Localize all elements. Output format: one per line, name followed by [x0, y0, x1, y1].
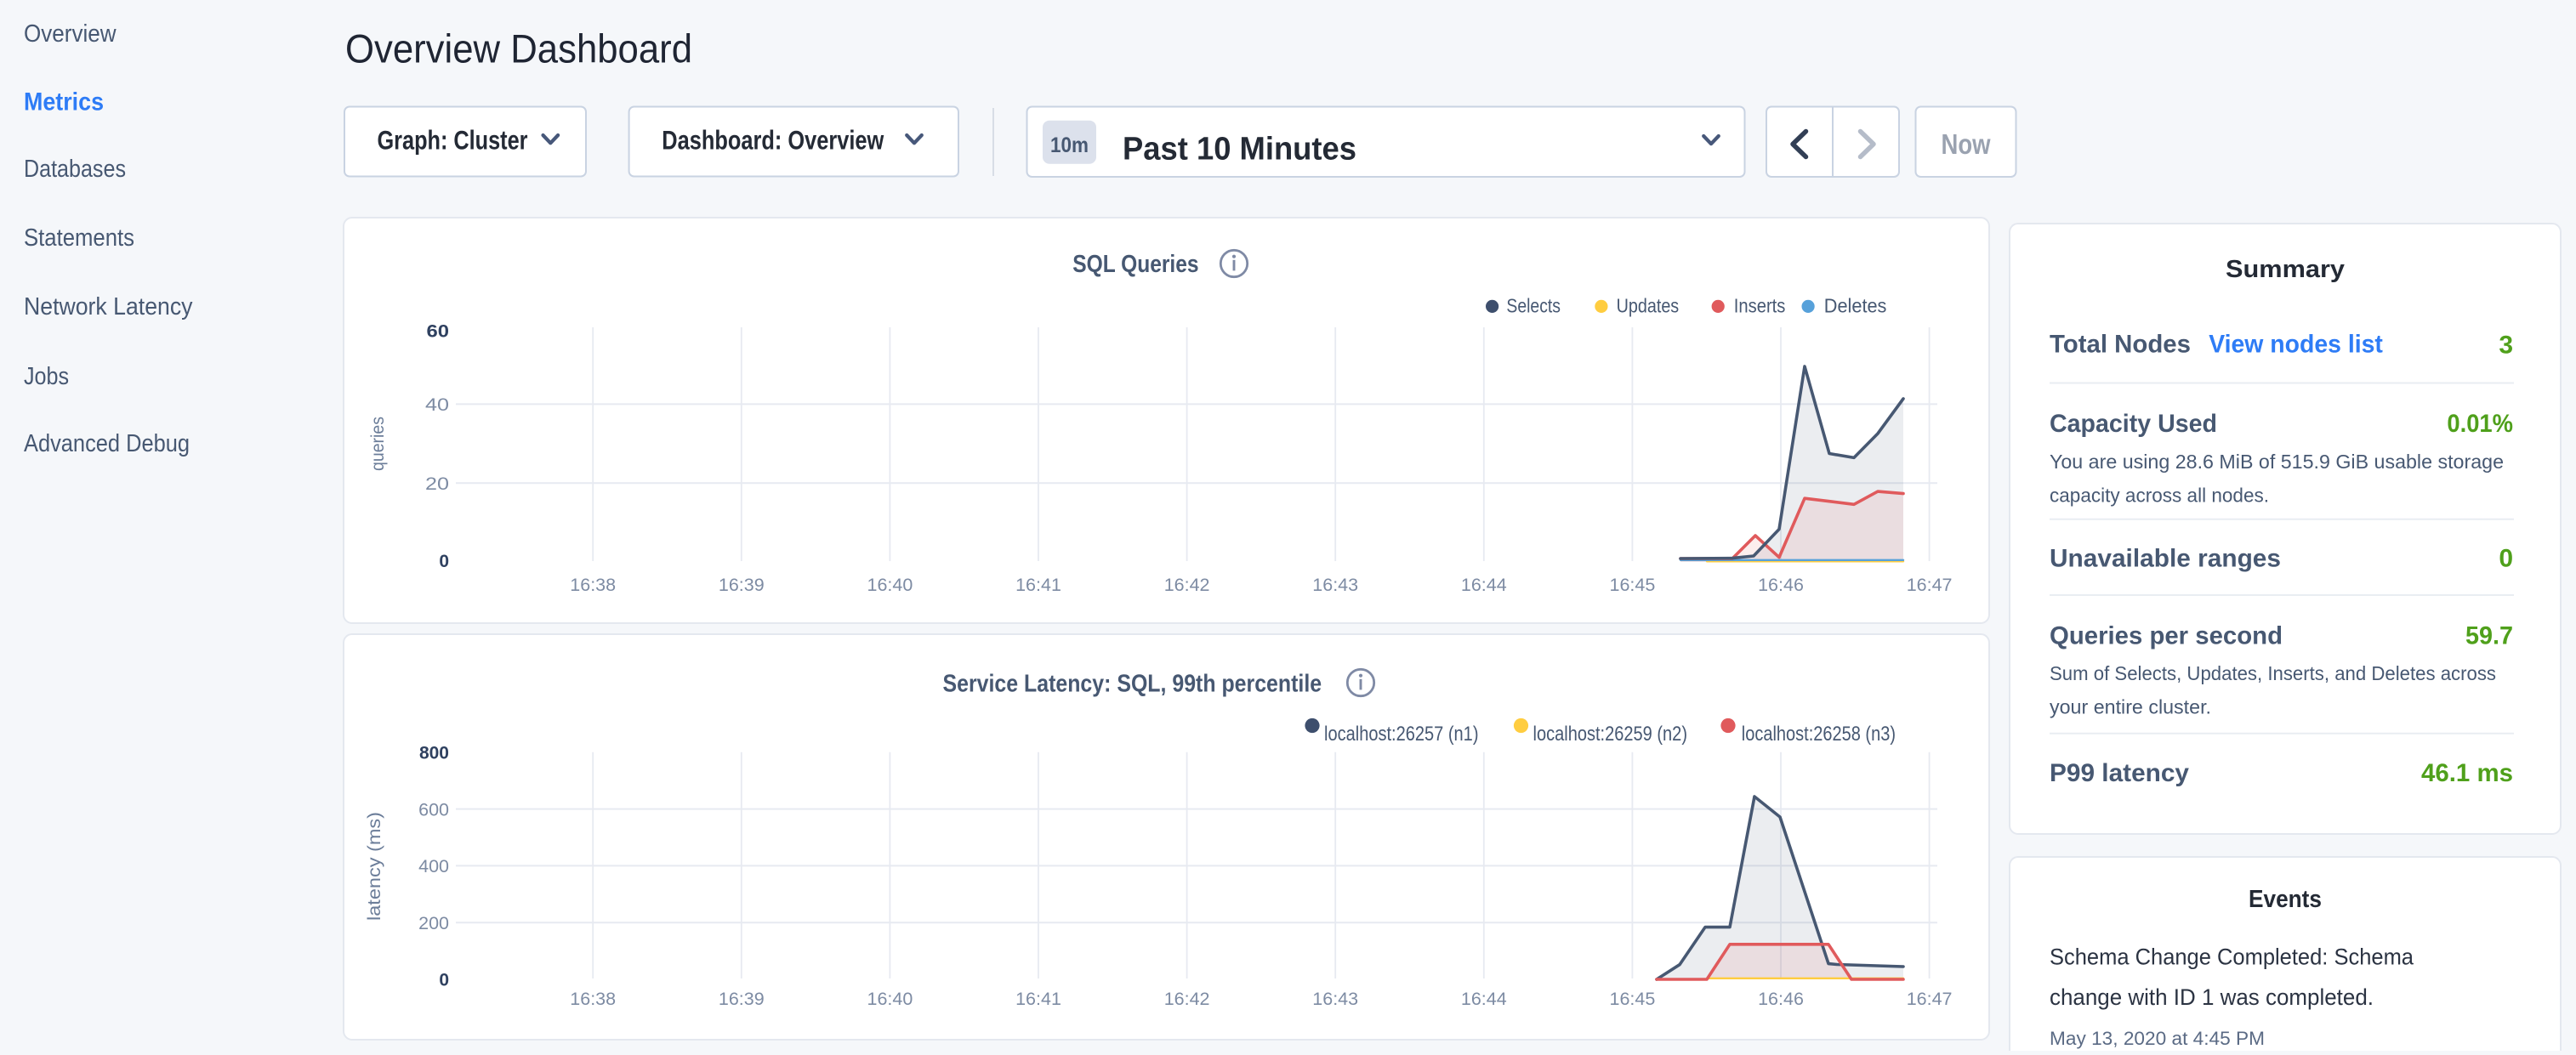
- svg-text:3: 3: [2499, 332, 2513, 360]
- svg-text:600: 600: [418, 799, 449, 820]
- svg-text:16:45: 16:45: [1609, 575, 1655, 595]
- svg-text:Capacity Used: Capacity Used: [2050, 410, 2217, 438]
- svg-text:16:45: 16:45: [1609, 989, 1655, 1009]
- svg-text:16:39: 16:39: [719, 575, 765, 595]
- svg-text:16:43: 16:43: [1312, 989, 1358, 1009]
- svg-text:change with ID 1 was completed: change with ID 1 was completed.: [2050, 984, 2374, 1010]
- svg-text:Advanced Debug: Advanced Debug: [24, 430, 190, 457]
- svg-text:800: 800: [419, 744, 449, 763]
- svg-text:Metrics: Metrics: [24, 88, 104, 116]
- svg-text:16:40: 16:40: [867, 575, 913, 595]
- svg-text:16:39: 16:39: [719, 989, 765, 1009]
- svg-text:Summary: Summary: [2226, 256, 2345, 283]
- svg-text:P99 latency: P99 latency: [2050, 759, 2189, 787]
- svg-text:16:42: 16:42: [1164, 989, 1210, 1009]
- svg-text:46.1 ms: 46.1 ms: [2421, 759, 2513, 787]
- svg-text:Deletes: Deletes: [1824, 294, 1887, 316]
- svg-text:Past 10 Minutes: Past 10 Minutes: [1123, 132, 1356, 167]
- svg-text:Schema Change Completed: Schem: Schema Change Completed: Schema: [2050, 944, 2414, 970]
- svg-text:60: 60: [427, 322, 450, 342]
- svg-text:Unavailable ranges: Unavailable ranges: [2050, 545, 2281, 573]
- svg-text:View nodes list: View nodes list: [2209, 331, 2383, 359]
- svg-text:16:47: 16:47: [1907, 575, 1953, 595]
- svg-text:16:47: 16:47: [1907, 989, 1953, 1009]
- svg-text:Statements: Statements: [24, 224, 134, 252]
- svg-text:latency (ms): latency (ms): [365, 812, 384, 921]
- svg-text:16:41: 16:41: [1015, 989, 1061, 1009]
- svg-text:Selects: Selects: [1506, 294, 1561, 316]
- svg-text:Sum of Selects, Updates, Inser: Sum of Selects, Updates, Inserts, and De…: [2050, 662, 2496, 684]
- svg-text:16:41: 16:41: [1015, 575, 1061, 595]
- svg-text:localhost:26257 (n1): localhost:26257 (n1): [1324, 723, 1479, 746]
- svg-text:40: 40: [425, 394, 449, 415]
- svg-text:capacity across all nodes.: capacity across all nodes.: [2050, 485, 2269, 507]
- svg-text:SQL Queries: SQL Queries: [1072, 251, 1198, 278]
- svg-text:0.01%: 0.01%: [2447, 410, 2513, 438]
- svg-text:16:46: 16:46: [1758, 575, 1804, 595]
- svg-text:Network Latency: Network Latency: [24, 293, 193, 320]
- svg-text:May 13, 2020 at 4:45 PM: May 13, 2020 at 4:45 PM: [2050, 1028, 2265, 1049]
- svg-text:16:40: 16:40: [867, 989, 913, 1009]
- svg-text:Graph: Cluster: Graph: Cluster: [378, 124, 528, 155]
- svg-text:0: 0: [439, 552, 449, 571]
- svg-text:0: 0: [2499, 545, 2513, 573]
- svg-text:Queries per second: Queries per second: [2050, 622, 2283, 650]
- svg-text:Now: Now: [1942, 128, 1991, 160]
- svg-text:Overview: Overview: [24, 20, 117, 48]
- svg-text:Databases: Databases: [24, 156, 126, 183]
- svg-text:Events: Events: [2249, 886, 2322, 913]
- svg-text:Dashboard: Overview: Dashboard: Overview: [662, 125, 884, 156]
- svg-text:16:44: 16:44: [1461, 575, 1507, 595]
- svg-text:queries: queries: [368, 417, 388, 471]
- svg-text:16:44: 16:44: [1461, 989, 1507, 1009]
- svg-text:your entire cluster.: your entire cluster.: [2050, 695, 2211, 718]
- svg-text:Updates: Updates: [1617, 294, 1680, 316]
- svg-text:Service Latency: SQL, 99th per: Service Latency: SQL, 99th percentile: [943, 671, 1322, 698]
- svg-text:localhost:26259 (n2): localhost:26259 (n2): [1533, 723, 1688, 746]
- svg-text:Total Nodes: Total Nodes: [2050, 331, 2191, 359]
- svg-text:59.7: 59.7: [2465, 622, 2513, 650]
- svg-text:200: 200: [418, 913, 449, 933]
- svg-text:16:43: 16:43: [1312, 575, 1358, 595]
- svg-text:20: 20: [425, 474, 449, 494]
- svg-text:16:42: 16:42: [1164, 575, 1210, 595]
- svg-text:16:38: 16:38: [570, 989, 616, 1009]
- svg-text:Inserts: Inserts: [1734, 294, 1786, 316]
- svg-text:Overview Dashboard: Overview Dashboard: [345, 26, 692, 71]
- svg-text:400: 400: [418, 856, 449, 876]
- svg-text:16:46: 16:46: [1758, 989, 1804, 1009]
- svg-text:localhost:26258 (n3): localhost:26258 (n3): [1742, 723, 1896, 746]
- svg-text:Jobs: Jobs: [24, 363, 69, 390]
- svg-text:16:38: 16:38: [570, 575, 616, 595]
- svg-text:You are using 28.6 MiB of 515.: You are using 28.6 MiB of 515.9 GiB usab…: [2050, 451, 2504, 473]
- svg-text:0: 0: [439, 971, 449, 990]
- svg-text:10m: 10m: [1050, 133, 1089, 157]
